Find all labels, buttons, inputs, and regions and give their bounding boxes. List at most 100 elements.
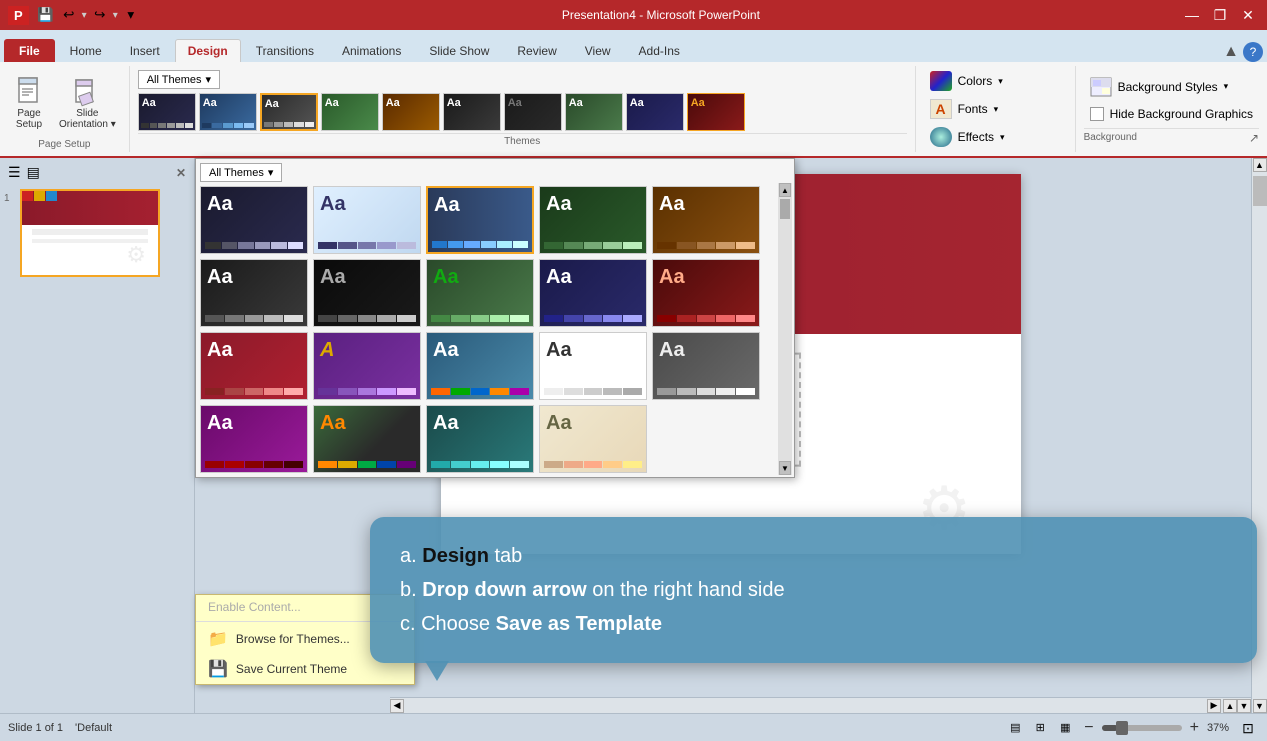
- all-themes-btn[interactable]: All Themes ▾: [200, 163, 282, 182]
- tab-transitions[interactable]: Transitions: [243, 39, 327, 62]
- close-btn[interactable]: ✕: [1237, 6, 1259, 24]
- theme-opulent[interactable]: Aa: [652, 259, 760, 327]
- scrollbar-thumb[interactable]: [1253, 176, 1267, 206]
- undo-arrow: ▾: [82, 10, 87, 21]
- theme-office[interactable]: Aa: [200, 186, 308, 254]
- tooltip-line-3: c. Choose Save as Template: [400, 607, 1227, 641]
- theme-preview-7[interactable]: Aa: [504, 93, 562, 131]
- fit-to-window-btn[interactable]: ⊡: [1237, 719, 1259, 737]
- scrollbar-down-btn[interactable]: ▼: [1253, 699, 1267, 713]
- theme-verve-1[interactable]: Aa: [200, 405, 308, 473]
- ribbon-tabs: File Home Insert Design Transitions Anim…: [0, 30, 1267, 62]
- tab-insert[interactable]: Insert: [117, 39, 173, 62]
- effects-btn[interactable]: Effects ▾: [924, 124, 1067, 150]
- page-setup-btn[interactable]: PageSetup: [8, 73, 50, 133]
- theme-equity[interactable]: Aa: [539, 186, 647, 254]
- theme-paper[interactable]: Aa: [426, 332, 534, 400]
- theme-foundry[interactable]: Aa: [200, 259, 308, 327]
- tab-review[interactable]: Review: [504, 39, 569, 62]
- theme-preview-9[interactable]: Aa: [626, 93, 684, 131]
- fonts-icon: A: [930, 99, 952, 119]
- scrollbar-up-btn[interactable]: ▲: [1253, 158, 1267, 172]
- effects-arrow: ▾: [1000, 132, 1005, 143]
- zoom-slider-thumb[interactable]: [1116, 721, 1128, 735]
- fonts-btn[interactable]: A Fonts ▾: [924, 96, 1067, 122]
- slide-panel-icon[interactable]: ☰: [8, 164, 21, 181]
- maximize-btn[interactable]: ❐: [1209, 6, 1231, 24]
- tab-home[interactable]: Home: [57, 39, 115, 62]
- theme-preview-4[interactable]: Aa: [321, 93, 379, 131]
- slide-sorter-btn[interactable]: ⊞: [1029, 719, 1051, 737]
- bg-styles-arrow: ▾: [1224, 81, 1229, 92]
- panel-header: ☰ ▤ ✕: [4, 162, 190, 183]
- theme-median[interactable]: Aa: [313, 259, 421, 327]
- theme-preview-6[interactable]: Aa: [443, 93, 501, 131]
- theme-extra-2[interactable]: Aa: [539, 405, 647, 473]
- prev-slide-btn[interactable]: ▲: [1223, 699, 1237, 713]
- status-right: ▤ ⊞ ▦ − + 37% ⊡: [1004, 719, 1259, 737]
- normal-view-btn[interactable]: ▤: [1004, 719, 1026, 737]
- background-label-text: Background: [1084, 132, 1137, 143]
- gallery-scroll-down[interactable]: ▼: [779, 461, 791, 475]
- hscrollbar-left-btn[interactable]: ◀: [390, 699, 404, 713]
- theme-solstice[interactable]: Aa: [539, 332, 647, 400]
- customize-btn[interactable]: ▾: [121, 5, 141, 25]
- zoom-slider[interactable]: [1102, 725, 1182, 731]
- theme-preview-2[interactable]: Aa: [199, 93, 257, 131]
- gallery-scroll-thumb[interactable]: [780, 199, 790, 219]
- tooltip-bubble: a. Design tab b. Drop down arrow on the …: [370, 517, 1257, 663]
- tab-file[interactable]: File: [4, 39, 55, 62]
- tab-addins[interactable]: Add-Ins: [626, 39, 693, 62]
- ribbon-group-pagesetup: PageSetup SlideOrientation ▾ Page Setup: [0, 66, 130, 152]
- theme-oriel[interactable]: Aa: [200, 332, 308, 400]
- next-slide-btn[interactable]: ▼: [1237, 699, 1251, 713]
- theme-preview-1[interactable]: Aa: [138, 93, 196, 131]
- tooltip-line-2: b. Drop down arrow on the right hand sid…: [400, 573, 1227, 607]
- theme-concourse-selected[interactable]: Aa: [426, 186, 534, 254]
- theme-metro[interactable]: Aa: [426, 259, 534, 327]
- themes-header: All Themes ▾: [138, 70, 907, 89]
- slide-orientation-icon: [71, 76, 103, 108]
- zoom-in-btn[interactable]: +: [1190, 719, 1199, 737]
- theme-technic[interactable]: Aa: [652, 332, 760, 400]
- outline-panel-icon[interactable]: ▤: [27, 164, 40, 181]
- background-styles-btn[interactable]: Background Styles ▾: [1084, 74, 1259, 100]
- redo-btn[interactable]: ↪: [90, 5, 110, 25]
- powerpoint-icon: P: [8, 6, 29, 25]
- slide-orientation-btn[interactable]: SlideOrientation ▾: [54, 73, 121, 133]
- theme-origin[interactable]: A: [313, 332, 421, 400]
- theme-verve-2[interactable]: Aa: [313, 405, 421, 473]
- theme-flow[interactable]: Aa: [652, 186, 760, 254]
- theme-gallery-popup: All Themes ▾ Aa Aa Aa: [195, 158, 795, 478]
- tab-animations[interactable]: Animations: [329, 39, 414, 62]
- theme-civic[interactable]: Aa: [313, 186, 421, 254]
- tab-design[interactable]: Design: [175, 39, 241, 62]
- themes-ribbon-preview: Aa Aa Aa Aa Aa Aa Aa Aa Aa Aa: [138, 93, 907, 131]
- theme-preview-8[interactable]: Aa: [565, 93, 623, 131]
- tab-view[interactable]: View: [572, 39, 624, 62]
- undo-btn[interactable]: ↩: [59, 5, 79, 25]
- theme-preview-3-selected[interactable]: Aa: [260, 93, 318, 131]
- slide-show-btn[interactable]: ▦: [1054, 719, 1076, 737]
- theme-module[interactable]: Aa: [539, 259, 647, 327]
- theme-preview-10-selected[interactable]: Aa: [687, 93, 745, 131]
- help-btn[interactable]: ?: [1243, 42, 1263, 62]
- ribbon: File Home Insert Design Transitions Anim…: [0, 30, 1267, 158]
- hide-background-btn[interactable]: Hide Background Graphics: [1084, 104, 1259, 124]
- background-expand-btn[interactable]: ↗: [1249, 131, 1259, 145]
- collapse-ribbon-btn[interactable]: ▲: [1223, 43, 1239, 61]
- hide-background-label: Hide Background Graphics: [1110, 107, 1253, 121]
- title-bar: P 💾 ↩ ▾ ↪ ▾ ▾ Presentation4 - Microsoft …: [0, 0, 1267, 30]
- slide-thumbnail-1[interactable]: ⚙: [20, 189, 160, 277]
- close-panel-btn[interactable]: ✕: [176, 166, 186, 180]
- theme-preview-5[interactable]: Aa: [382, 93, 440, 131]
- theme-extra-1[interactable]: Aa: [426, 405, 534, 473]
- gallery-scroll-up[interactable]: ▲: [779, 183, 791, 197]
- tab-slideshow[interactable]: Slide Show: [416, 39, 502, 62]
- save-quick-btn[interactable]: 💾: [36, 5, 56, 25]
- hscrollbar-right-btn[interactable]: ▶: [1207, 699, 1221, 713]
- zoom-out-btn[interactable]: −: [1084, 719, 1093, 737]
- all-themes-dropdown[interactable]: All Themes ▾: [138, 70, 220, 89]
- colors-btn[interactable]: Colors ▾: [924, 68, 1067, 94]
- minimize-btn[interactable]: —: [1181, 6, 1203, 24]
